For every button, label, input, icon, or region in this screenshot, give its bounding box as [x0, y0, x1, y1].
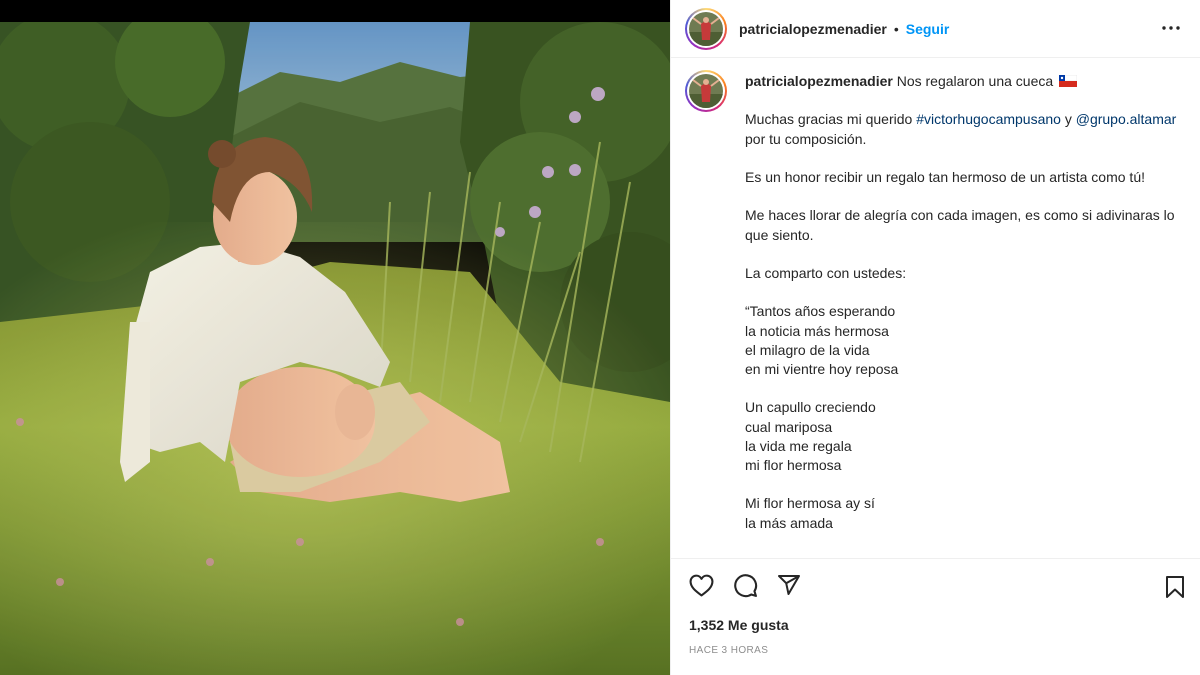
caption-avatar[interactable]	[685, 70, 727, 112]
username-link[interactable]: patricialopezmenadier	[739, 21, 887, 37]
chile-flag-icon	[1059, 75, 1078, 87]
caption-verse-1: “Tantos años esperando la noticia más he…	[745, 303, 899, 377]
post-actions-section: 1,352 Me gusta HACE 3 HORAS	[671, 558, 1200, 675]
mention-link[interactable]: @grupo.altamar	[1076, 111, 1177, 127]
hashtag-link[interactable]: #victorhugocampusano	[916, 111, 1061, 127]
caption-username-link[interactable]: patricialopezmenadier	[745, 73, 893, 89]
avatar-photo	[689, 74, 723, 108]
avatar[interactable]	[685, 7, 727, 50]
photo-pregnant-woman-in-meadow	[0, 22, 670, 675]
avatar-photo	[689, 11, 723, 46]
separator-dot: •	[893, 20, 899, 37]
likes-count[interactable]: 1,352 Me gusta	[689, 617, 789, 633]
post-sidebar: patricialopezmenadier • Seguir patricial…	[670, 0, 1200, 675]
post-header: patricialopezmenadier • Seguir	[671, 0, 1200, 58]
action-bar	[687, 571, 803, 599]
caption-verse-2: Un capullo creciendo cual mariposa la vi…	[745, 399, 876, 473]
caption-paragraph-share: La comparto con ustedes:	[745, 264, 907, 281]
heart-icon[interactable]	[687, 571, 715, 599]
comment-icon[interactable]	[731, 571, 759, 599]
caption-paragraph-honor: Es un honor recibir un regalo tan hermos…	[745, 168, 1145, 185]
instagram-post: patricialopezmenadier • Seguir patricial…	[0, 0, 1200, 675]
caption-paragraph-thanks: Muchas gracias mi querido #victorhugocam…	[745, 111, 1177, 147]
more-horizontal-icon[interactable]	[1159, 16, 1183, 40]
caption-title: Nos regalaron una cueca	[896, 73, 1054, 89]
bookmark-icon[interactable]	[1161, 573, 1189, 601]
post-photo[interactable]	[0, 22, 670, 675]
paper-plane-icon[interactable]	[775, 571, 803, 599]
post-timestamp[interactable]: HACE 3 HORAS	[689, 645, 768, 656]
caption-paragraph-tears: Me haces llorar de alegría con cada imag…	[745, 207, 1175, 243]
post-media[interactable]	[0, 0, 670, 675]
follow-button[interactable]: Seguir	[906, 21, 950, 37]
caption-text: patricialopezmenadier Nos regalaron una …	[745, 70, 1185, 558]
caption-verse-3: Mi flor hermosa ay sí la más amada	[745, 495, 875, 531]
caption-area[interactable]: patricialopezmenadier Nos regalaron una …	[671, 58, 1200, 558]
caption-first-line: patricialopezmenadier Nos regalaron una …	[745, 72, 1185, 91]
